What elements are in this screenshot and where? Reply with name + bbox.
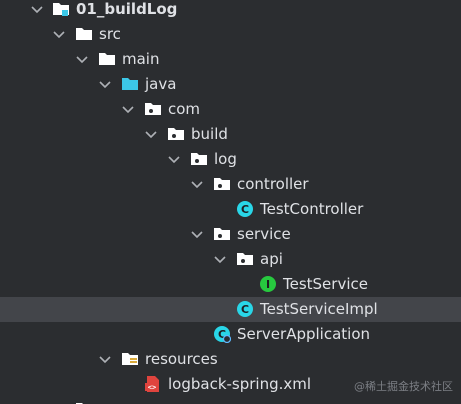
tree-label: TestServiceImpl bbox=[260, 300, 378, 318]
tree-row-java[interactable]: java bbox=[0, 72, 461, 97]
tree-row-test-controller[interactable]: C TestController bbox=[0, 197, 461, 222]
tree-row-test-service[interactable]: I TestService bbox=[0, 272, 461, 297]
chevron-down-icon[interactable] bbox=[190, 172, 204, 197]
tree-label: log bbox=[214, 150, 237, 168]
tree-row-partial bbox=[0, 397, 461, 404]
folder-icon bbox=[75, 25, 93, 43]
xml-icon-text: <> bbox=[148, 384, 156, 392]
tree-row-build[interactable]: build bbox=[0, 122, 461, 147]
tree-label: build bbox=[191, 125, 228, 143]
chevron-right-icon[interactable] bbox=[52, 397, 66, 404]
tree-label: src bbox=[99, 25, 121, 43]
folder-icon bbox=[98, 50, 116, 68]
package-icon bbox=[236, 250, 254, 268]
tree-label: main bbox=[122, 50, 160, 68]
chevron-down-icon[interactable] bbox=[30, 0, 44, 22]
package-icon bbox=[213, 225, 231, 243]
chevron-down-icon[interactable] bbox=[75, 47, 89, 72]
tree-label: service bbox=[237, 225, 291, 243]
module-folder-icon bbox=[52, 0, 70, 18]
tree-label: resources bbox=[145, 350, 218, 368]
tree-row-com[interactable]: com bbox=[0, 97, 461, 122]
package-icon bbox=[190, 150, 208, 168]
package-icon bbox=[167, 125, 185, 143]
tree-row-root[interactable]: 01_buildLog bbox=[0, 0, 461, 22]
interface-icon: I bbox=[259, 275, 277, 293]
interface-icon-letter: I bbox=[266, 278, 270, 291]
tree-label: 01_buildLog bbox=[76, 0, 178, 18]
tree-label: java bbox=[145, 75, 177, 93]
class-icon-letter: C bbox=[241, 203, 249, 216]
tree-row-service[interactable]: service bbox=[0, 222, 461, 247]
package-icon bbox=[213, 175, 231, 193]
package-icon bbox=[144, 100, 162, 118]
chevron-down-icon[interactable] bbox=[144, 122, 158, 147]
chevron-down-icon[interactable] bbox=[98, 72, 112, 97]
chevron-down-icon[interactable] bbox=[167, 147, 181, 172]
tree-row-server-application[interactable]: C ServerApplication bbox=[0, 322, 461, 347]
tree-row-src[interactable]: src bbox=[0, 22, 461, 47]
tree-label: ServerApplication bbox=[237, 325, 371, 343]
project-tree: 01_buildLog src main java com build log … bbox=[0, 0, 461, 404]
spring-boot-class-icon: C bbox=[213, 325, 232, 344]
chevron-down-icon[interactable] bbox=[190, 222, 204, 247]
tree-label: controller bbox=[237, 175, 309, 193]
tree-label: logback-spring.xml bbox=[168, 375, 312, 393]
chevron-down-icon[interactable] bbox=[52, 22, 66, 47]
tree-label: TestService bbox=[283, 275, 368, 293]
watermark: @稀土掘金技术社区 bbox=[354, 380, 453, 393]
tree-label: api bbox=[260, 250, 283, 268]
source-folder-icon bbox=[121, 75, 139, 93]
tree-row-log[interactable]: log bbox=[0, 147, 461, 172]
xml-file-icon: <> bbox=[144, 375, 162, 393]
tree-label: com bbox=[168, 100, 201, 118]
resources-folder-icon bbox=[121, 350, 139, 368]
tree-row-api[interactable]: api bbox=[0, 247, 461, 272]
folder-icon bbox=[75, 400, 93, 404]
chevron-down-icon[interactable] bbox=[213, 247, 227, 272]
chevron-down-icon[interactable] bbox=[98, 347, 112, 372]
class-icon: C bbox=[236, 300, 254, 318]
tree-label: TestController bbox=[260, 200, 364, 218]
tree-row-resources[interactable]: resources bbox=[0, 347, 461, 372]
tree-row-controller[interactable]: controller bbox=[0, 172, 461, 197]
chevron-down-icon[interactable] bbox=[121, 97, 135, 122]
tree-row-main[interactable]: main bbox=[0, 47, 461, 72]
tree-row-test-service-impl[interactable]: C TestServiceImpl bbox=[0, 297, 461, 322]
class-icon: C bbox=[236, 200, 254, 218]
class-icon-letter: C bbox=[241, 303, 249, 316]
